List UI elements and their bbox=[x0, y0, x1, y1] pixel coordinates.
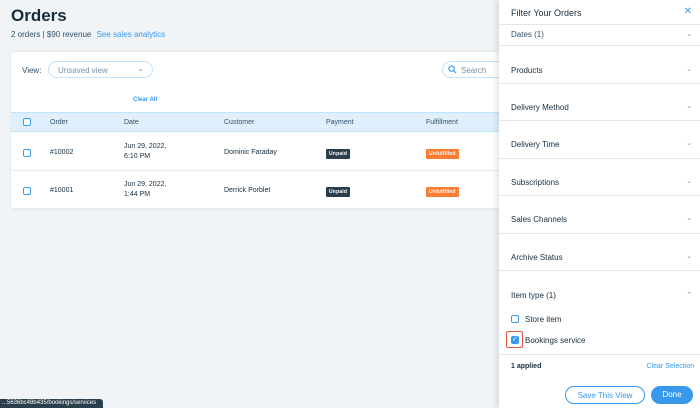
chevron-down-icon: ⌄ bbox=[686, 103, 692, 110]
close-icon[interactable]: ✕ bbox=[684, 6, 692, 17]
chevron-down-icon: ⌄ bbox=[686, 66, 692, 73]
filter-section-label: Subscriptions bbox=[511, 178, 560, 187]
chevron-down-icon: ⌄ bbox=[137, 64, 144, 73]
view-select[interactable]: Unsaved view ⌄ bbox=[48, 61, 153, 78]
column-header-customer[interactable]: Customer bbox=[224, 119, 254, 126]
save-view-button[interactable]: Save This View bbox=[565, 386, 645, 404]
view-select-value: Unsaved view bbox=[58, 66, 108, 75]
filter-section-delivery-time[interactable]: Delivery Time ⌄ bbox=[499, 121, 700, 159]
filter-section-label: Sales Channels bbox=[511, 215, 568, 224]
row-checkbox[interactable] bbox=[23, 187, 31, 195]
row-checkbox[interactable] bbox=[23, 149, 31, 157]
filter-section-label: Archive Status bbox=[511, 253, 563, 262]
customer-name: Dominic Faraday bbox=[224, 149, 277, 156]
filter-section-dates[interactable]: Dates (1) ⌄ bbox=[499, 24, 700, 46]
chevron-down-icon: ⌄ bbox=[686, 140, 692, 147]
chevron-down-icon: ⌄ bbox=[686, 253, 692, 260]
applied-count: 1 applied bbox=[511, 363, 542, 370]
filter-section-sales-channels[interactable]: Sales Channels ⌄ bbox=[499, 196, 700, 234]
payment-status-badge: Unpaid bbox=[326, 149, 351, 159]
search-icon bbox=[448, 65, 457, 74]
store-item-label[interactable]: Store item bbox=[525, 315, 561, 324]
order-number: #10001 bbox=[50, 187, 74, 194]
table-row[interactable]: #10001 Jun 29, 2022, 1:44 PM Derrick Por… bbox=[11, 171, 501, 209]
clear-selection-link[interactable]: Clear Selection bbox=[647, 363, 694, 370]
order-date: Jun 29, 2022, 1:44 PM bbox=[124, 180, 166, 200]
order-date-line2: 6:10 PM bbox=[124, 153, 151, 160]
table-header: Order Date Customer Payment Fulfillment bbox=[11, 112, 501, 132]
column-header-payment[interactable]: Payment bbox=[326, 119, 354, 126]
store-item-checkbox[interactable] bbox=[511, 315, 519, 323]
filter-section-archive-status[interactable]: Archive Status ⌄ bbox=[499, 234, 700, 271]
table-row[interactable]: #10002 Jun 29, 2022, 6:10 PM Dominic Far… bbox=[11, 133, 501, 171]
chevron-up-icon[interactable]: ⌃ bbox=[686, 291, 692, 299]
summary-text: 2 orders | $90 revenue bbox=[11, 30, 92, 39]
filter-section-delivery-method[interactable]: Delivery Method ⌄ bbox=[499, 84, 700, 121]
column-header-date[interactable]: Date bbox=[124, 119, 139, 126]
filter-section-label: Products bbox=[511, 66, 543, 75]
fulfillment-status-badge: Unfulfilled bbox=[426, 149, 459, 159]
filter-section-label: Delivery Time bbox=[511, 140, 560, 149]
chevron-down-icon: ⌄ bbox=[686, 178, 692, 185]
filter-section-subscriptions[interactable]: Subscriptions ⌄ bbox=[499, 159, 700, 196]
page-title: Orders bbox=[11, 6, 67, 25]
fulfillment-status-badge: Unfulfilled bbox=[426, 187, 459, 197]
filter-section-label: Dates (1) bbox=[511, 30, 544, 39]
search-placeholder: Search bbox=[461, 66, 487, 75]
order-date-line2: 1:44 PM bbox=[124, 191, 151, 198]
orders-summary: 2 orders | $90 revenue See sales analyti… bbox=[11, 30, 165, 39]
bookings-service-checkbox[interactable] bbox=[511, 335, 519, 344]
filter-panel-title: Filter Your Orders bbox=[511, 8, 582, 18]
order-date-line1: Jun 29, 2022, bbox=[124, 143, 167, 150]
payment-status-badge: Unpaid bbox=[326, 187, 351, 197]
chevron-down-icon: ⌄ bbox=[686, 215, 692, 222]
filter-section-label: Delivery Method bbox=[511, 103, 569, 112]
chevron-down-icon: ⌄ bbox=[686, 31, 692, 38]
clear-all-link[interactable]: Clear All bbox=[133, 97, 157, 103]
sales-analytics-link[interactable]: See sales analytics bbox=[97, 30, 165, 39]
view-label: View: bbox=[22, 66, 42, 75]
done-button[interactable]: Done bbox=[651, 386, 693, 404]
status-bar-url: ...5636bc48b435/bookings/services bbox=[0, 399, 103, 408]
bookings-service-label[interactable]: Bookings service bbox=[525, 336, 585, 345]
select-all-checkbox[interactable] bbox=[23, 118, 31, 126]
column-header-fulfillment[interactable]: Fulfillment bbox=[426, 119, 458, 126]
order-date-line1: Jun 29, 2022, bbox=[124, 181, 167, 188]
order-number: #10002 bbox=[50, 149, 74, 156]
orders-card: View: Unsaved view ⌄ Search Clear All Or… bbox=[11, 52, 501, 209]
filter-section-products[interactable]: Products ⌄ bbox=[499, 46, 700, 84]
order-date: Jun 29, 2022, 6:10 PM bbox=[124, 142, 166, 162]
column-header-order[interactable]: Order bbox=[50, 119, 68, 126]
search-input[interactable]: Search bbox=[442, 61, 501, 78]
customer-name: Derrick Porblet bbox=[224, 187, 271, 194]
filter-panel: Filter Your Orders ✕ Dates (1) ⌄ Product… bbox=[499, 0, 700, 408]
filter-section-label[interactable]: Item type (1) bbox=[511, 291, 556, 300]
